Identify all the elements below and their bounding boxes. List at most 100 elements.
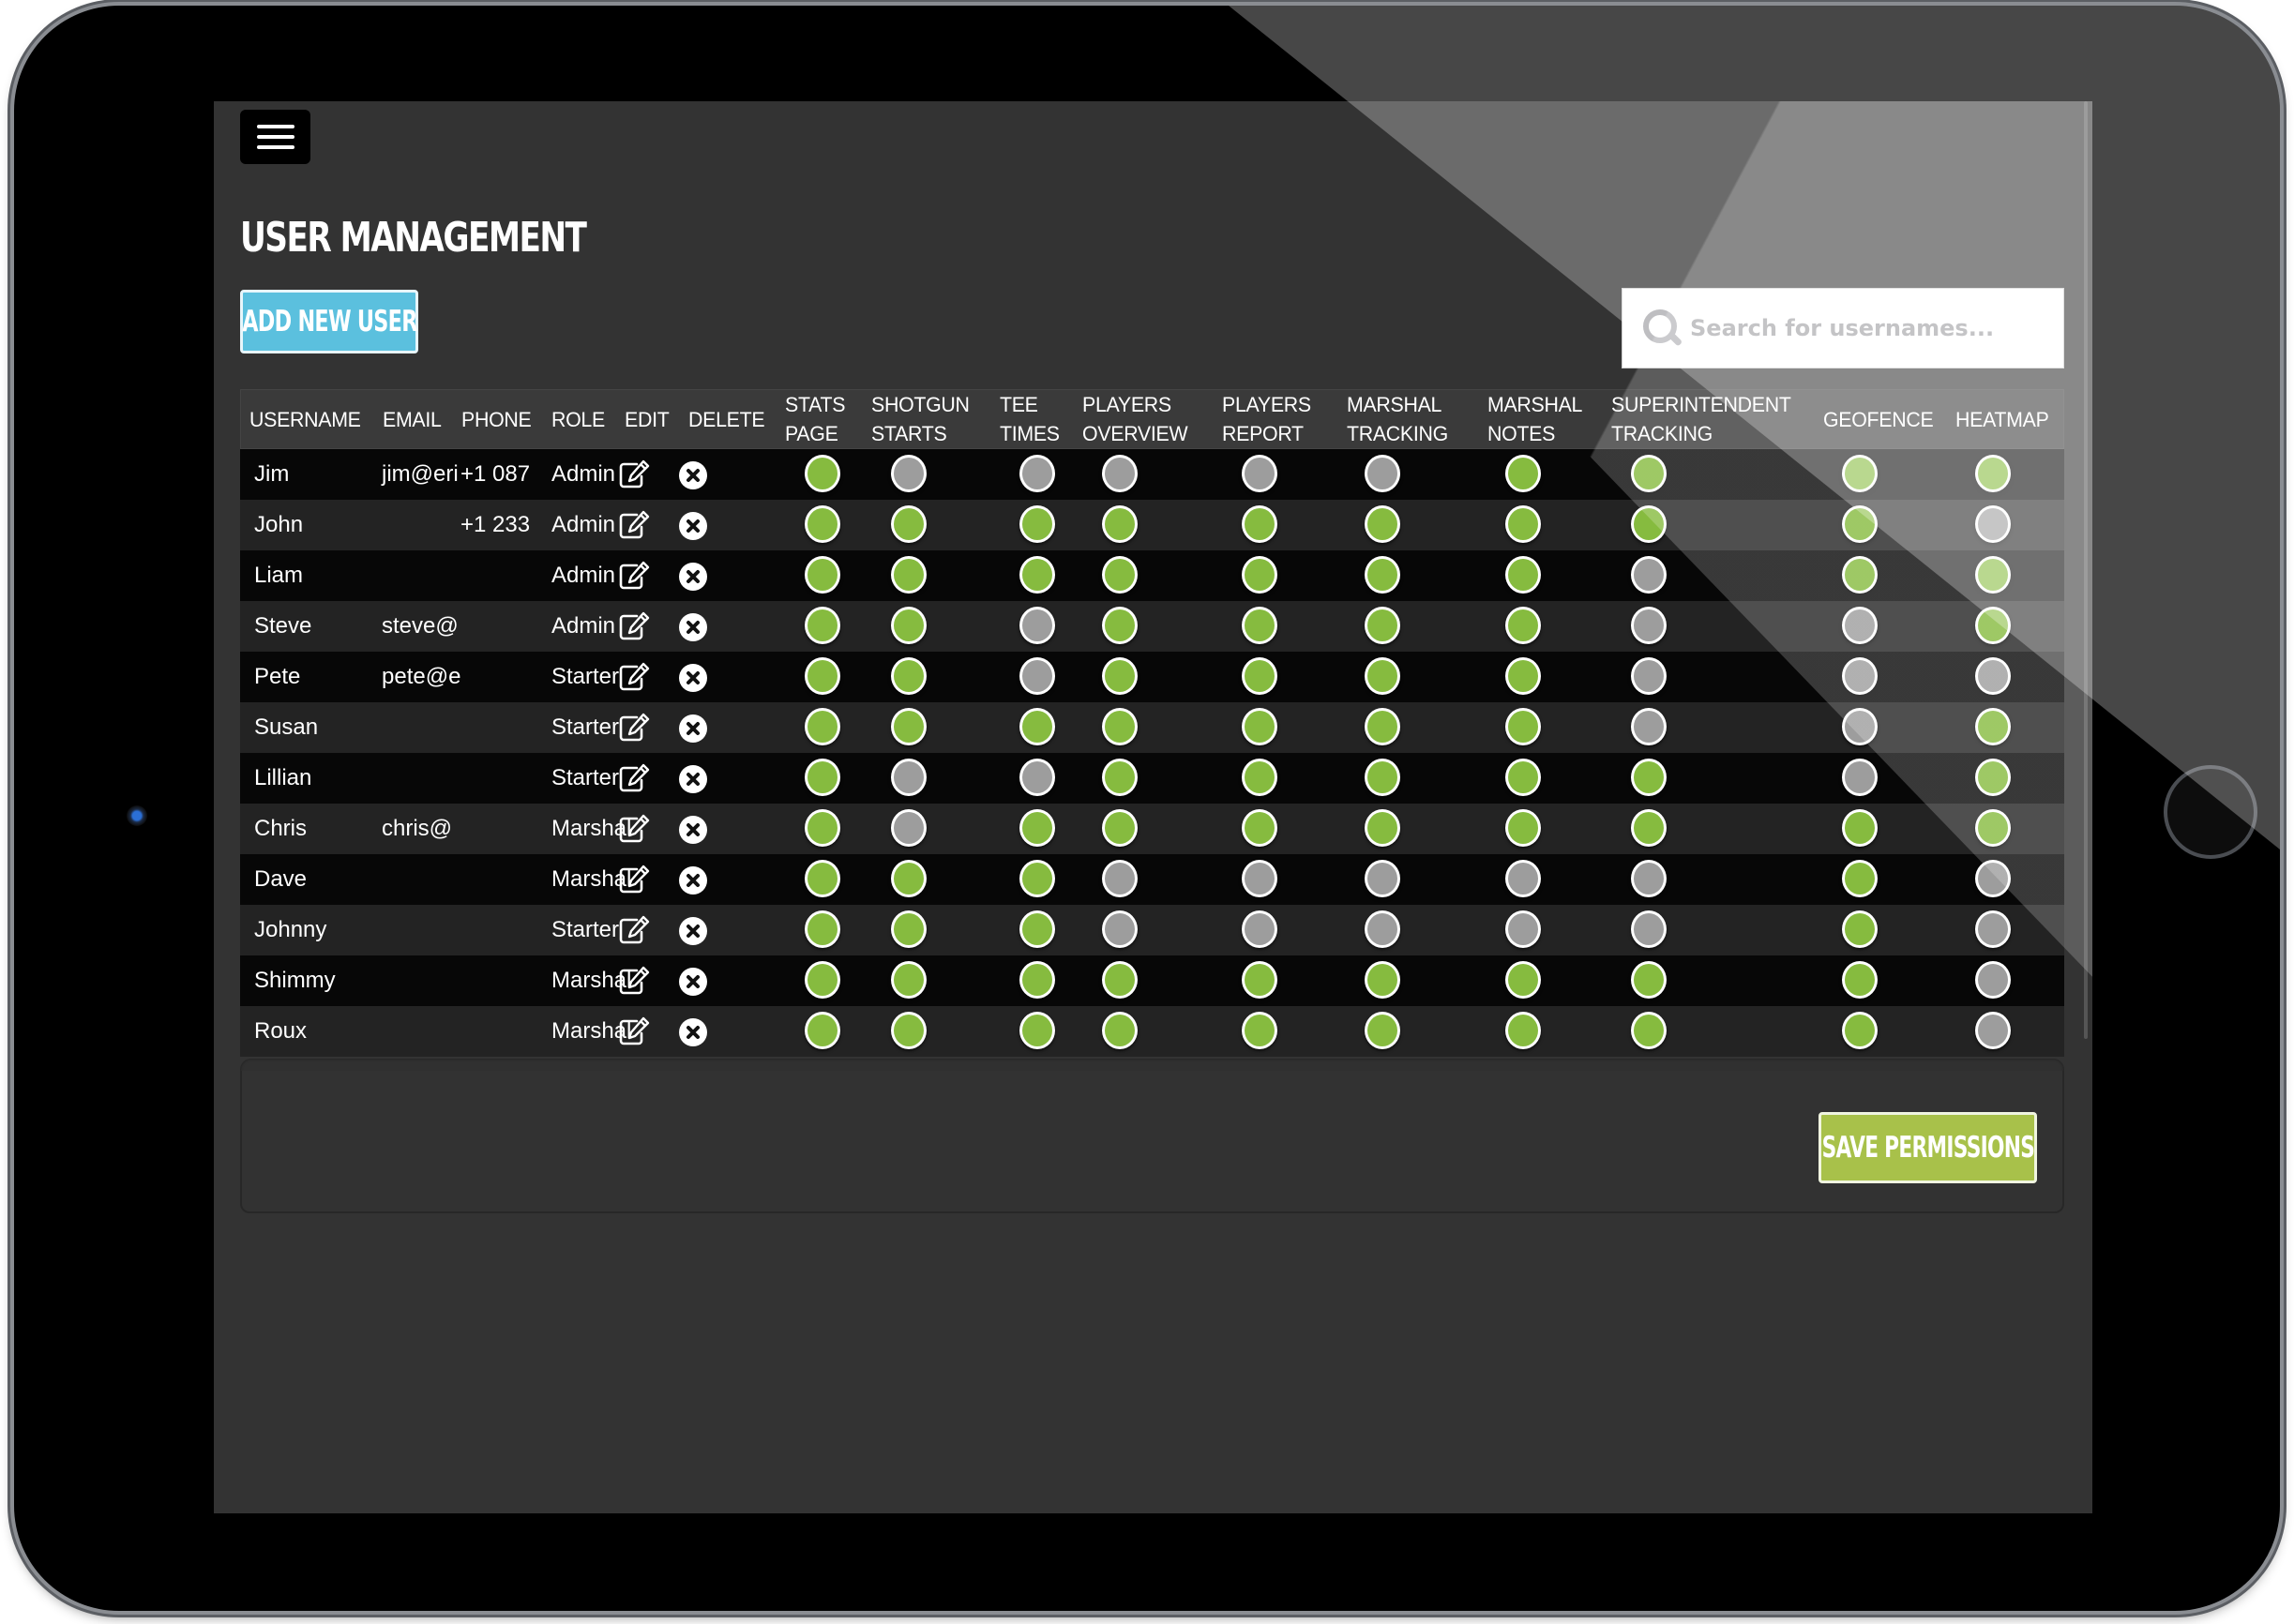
permission-toggle-shotgun-starts[interactable] (891, 759, 927, 796)
permission-toggle-superintendent-tracking[interactable] (1631, 961, 1667, 999)
permission-toggle-players-overview[interactable] (1102, 708, 1138, 745)
permission-toggle-heatmap[interactable] (1975, 1012, 2011, 1049)
permission-toggle-marshal-tracking[interactable] (1365, 708, 1400, 745)
permission-toggle-heatmap[interactable] (1975, 657, 2011, 695)
edit-pencil-icon[interactable] (618, 915, 650, 945)
permission-toggle-geofence[interactable] (1842, 455, 1878, 492)
permission-toggle-marshal-notes[interactable] (1505, 708, 1541, 745)
permission-toggle-tee-times[interactable] (1019, 708, 1055, 745)
permission-toggle-marshal-tracking[interactable] (1365, 505, 1400, 543)
home-button[interactable] (2164, 765, 2257, 859)
permission-toggle-stats-page[interactable] (805, 505, 840, 543)
search-input[interactable] (1688, 299, 2048, 357)
permission-toggle-geofence[interactable] (1842, 607, 1878, 644)
permission-toggle-players-report[interactable] (1242, 910, 1277, 948)
permission-toggle-marshal-tracking[interactable] (1365, 455, 1400, 492)
permission-toggle-tee-times[interactable] (1019, 910, 1055, 948)
delete-x-circle-icon[interactable] (679, 968, 707, 996)
permission-toggle-superintendent-tracking[interactable] (1631, 1012, 1667, 1049)
permission-toggle-geofence[interactable] (1842, 505, 1878, 543)
permission-toggle-tee-times[interactable] (1019, 1012, 1055, 1049)
permission-toggle-marshal-notes[interactable] (1505, 1012, 1541, 1049)
edit-pencil-icon[interactable] (618, 814, 650, 844)
permission-toggle-marshal-notes[interactable] (1505, 607, 1541, 644)
permission-toggle-stats-page[interactable] (805, 1012, 840, 1049)
permission-toggle-heatmap[interactable] (1975, 708, 2011, 745)
permission-toggle-players-overview[interactable] (1102, 759, 1138, 796)
permission-toggle-players-overview[interactable] (1102, 910, 1138, 948)
edit-pencil-icon[interactable] (618, 713, 650, 743)
permission-toggle-stats-page[interactable] (805, 556, 840, 594)
edit-pencil-icon[interactable] (618, 966, 650, 996)
delete-x-circle-icon[interactable] (679, 917, 707, 945)
permission-toggle-players-report[interactable] (1242, 809, 1277, 847)
permission-toggle-tee-times[interactable] (1019, 961, 1055, 999)
permission-toggle-geofence[interactable] (1842, 556, 1878, 594)
permission-toggle-marshal-notes[interactable] (1505, 505, 1541, 543)
edit-pencil-icon[interactable] (618, 662, 650, 692)
permission-toggle-tee-times[interactable] (1019, 759, 1055, 796)
permission-toggle-players-report[interactable] (1242, 961, 1277, 999)
permission-toggle-marshal-tracking[interactable] (1365, 607, 1400, 644)
permission-toggle-heatmap[interactable] (1975, 910, 2011, 948)
permission-toggle-stats-page[interactable] (805, 809, 840, 847)
permission-toggle-geofence[interactable] (1842, 708, 1878, 745)
permission-toggle-superintendent-tracking[interactable] (1631, 860, 1667, 897)
permission-toggle-players-report[interactable] (1242, 455, 1277, 492)
permission-toggle-players-report[interactable] (1242, 1012, 1277, 1049)
permission-toggle-players-report[interactable] (1242, 556, 1277, 594)
delete-x-circle-icon[interactable] (679, 714, 707, 743)
permission-toggle-tee-times[interactable] (1019, 657, 1055, 695)
delete-x-circle-icon[interactable] (679, 461, 707, 489)
permission-toggle-superintendent-tracking[interactable] (1631, 607, 1667, 644)
permission-toggle-superintendent-tracking[interactable] (1631, 809, 1667, 847)
permission-toggle-players-overview[interactable] (1102, 860, 1138, 897)
permission-toggle-players-overview[interactable] (1102, 961, 1138, 999)
delete-x-circle-icon[interactable] (679, 765, 707, 793)
permission-toggle-stats-page[interactable] (805, 961, 840, 999)
permission-toggle-geofence[interactable] (1842, 1012, 1878, 1049)
permission-toggle-geofence[interactable] (1842, 860, 1878, 897)
permission-toggle-heatmap[interactable] (1975, 961, 2011, 999)
permission-toggle-shotgun-starts[interactable] (891, 809, 927, 847)
permission-toggle-players-overview[interactable] (1102, 607, 1138, 644)
permission-toggle-players-overview[interactable] (1102, 556, 1138, 594)
permission-toggle-stats-page[interactable] (805, 607, 840, 644)
save-permissions-button[interactable]: SAVE PERMISSIONS (1819, 1112, 2037, 1183)
delete-x-circle-icon[interactable] (679, 1018, 707, 1046)
permission-toggle-marshal-tracking[interactable] (1365, 860, 1400, 897)
permission-toggle-players-report[interactable] (1242, 860, 1277, 897)
permission-toggle-superintendent-tracking[interactable] (1631, 556, 1667, 594)
delete-x-circle-icon[interactable] (679, 816, 707, 844)
permission-toggle-players-report[interactable] (1242, 759, 1277, 796)
permission-toggle-marshal-notes[interactable] (1505, 961, 1541, 999)
search-box[interactable] (1622, 288, 2064, 368)
delete-x-circle-icon[interactable] (679, 866, 707, 895)
permission-toggle-marshal-notes[interactable] (1505, 809, 1541, 847)
permission-toggle-stats-page[interactable] (805, 708, 840, 745)
permission-toggle-players-report[interactable] (1242, 607, 1277, 644)
permission-toggle-players-report[interactable] (1242, 657, 1277, 695)
permission-toggle-stats-page[interactable] (805, 910, 840, 948)
permission-toggle-players-overview[interactable] (1102, 809, 1138, 847)
permission-toggle-superintendent-tracking[interactable] (1631, 708, 1667, 745)
permission-toggle-shotgun-starts[interactable] (891, 455, 927, 492)
delete-x-circle-icon[interactable] (679, 664, 707, 692)
permission-toggle-marshal-tracking[interactable] (1365, 1012, 1400, 1049)
edit-pencil-icon[interactable] (618, 865, 650, 895)
permission-toggle-stats-page[interactable] (805, 860, 840, 897)
permission-toggle-geofence[interactable] (1842, 910, 1878, 948)
permission-toggle-shotgun-starts[interactable] (891, 860, 927, 897)
permission-toggle-tee-times[interactable] (1019, 455, 1055, 492)
permission-toggle-superintendent-tracking[interactable] (1631, 455, 1667, 492)
edit-pencil-icon[interactable] (618, 459, 650, 489)
permission-toggle-marshal-notes[interactable] (1505, 556, 1541, 594)
permission-toggle-heatmap[interactable] (1975, 556, 2011, 594)
permission-toggle-heatmap[interactable] (1975, 455, 2011, 492)
edit-pencil-icon[interactable] (618, 510, 650, 540)
permission-toggle-marshal-notes[interactable] (1505, 455, 1541, 492)
permission-toggle-geofence[interactable] (1842, 961, 1878, 999)
permission-toggle-players-overview[interactable] (1102, 505, 1138, 543)
permission-toggle-tee-times[interactable] (1019, 607, 1055, 644)
permission-toggle-stats-page[interactable] (805, 657, 840, 695)
